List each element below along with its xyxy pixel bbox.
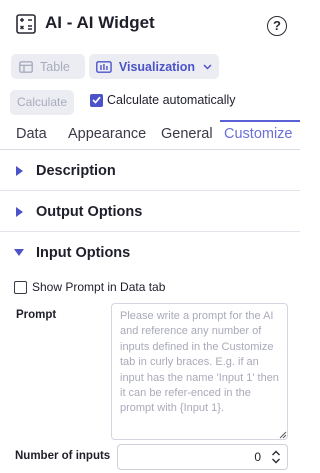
widget-title: AI - AI Widget	[45, 13, 155, 32]
table-icon	[19, 60, 33, 73]
caret-right-icon	[16, 207, 23, 217]
section-input-options[interactable]: Input Options	[0, 233, 300, 273]
tab-data[interactable]: Data	[16, 126, 47, 142]
section-output-options[interactable]: Output Options	[0, 192, 300, 232]
number-of-inputs-label: Number of inputs	[15, 450, 111, 462]
calculate-button[interactable]: Calculate	[10, 90, 74, 115]
prompt-textarea[interactable]	[111, 303, 288, 440]
calculate-automatically-label: Calculate automatically	[107, 93, 236, 107]
number-of-inputs-value: 0	[254, 450, 261, 464]
show-prompt-option[interactable]: Show Prompt in Data tab	[14, 280, 165, 294]
section-description[interactable]: Description	[0, 151, 300, 191]
section-description-label: Description	[36, 163, 116, 179]
caret-down-icon	[14, 249, 24, 256]
section-output-options-label: Output Options	[36, 204, 143, 220]
calculator-icon	[16, 14, 36, 34]
chevron-down-icon	[203, 63, 212, 70]
calculate-automatically-checkbox[interactable]	[90, 93, 103, 107]
caret-right-icon	[16, 166, 23, 176]
checkmark-icon	[92, 96, 101, 104]
prompt-label: Prompt	[16, 309, 57, 321]
tab-general[interactable]: General	[161, 126, 213, 142]
section-input-options-label: Input Options	[36, 245, 131, 261]
show-prompt-label: Show Prompt in Data tab	[32, 280, 166, 294]
table-view-label: Table	[40, 59, 70, 74]
tab-bar: Data Appearance General Customize	[0, 120, 300, 150]
visualization-dropdown[interactable]: Visualization	[89, 54, 219, 79]
tab-customize[interactable]: Customize	[224, 126, 293, 142]
visualization-icon	[96, 60, 112, 73]
widget-header: AI - AI Widget ?	[0, 0, 300, 50]
resize-handle-icon[interactable]	[279, 431, 287, 439]
number-of-inputs-field[interactable]: 0	[117, 444, 288, 470]
active-tab-indicator	[220, 120, 300, 122]
calculate-automatically-option[interactable]: Calculate automatically	[90, 93, 236, 107]
table-view-button[interactable]: Table	[11, 54, 85, 79]
stepper-icon[interactable]	[270, 448, 282, 466]
tab-appearance[interactable]: Appearance	[68, 126, 146, 142]
help-icon[interactable]: ?	[267, 16, 287, 36]
show-prompt-checkbox[interactable]	[14, 280, 27, 294]
visualization-label: Visualization	[118, 59, 196, 74]
